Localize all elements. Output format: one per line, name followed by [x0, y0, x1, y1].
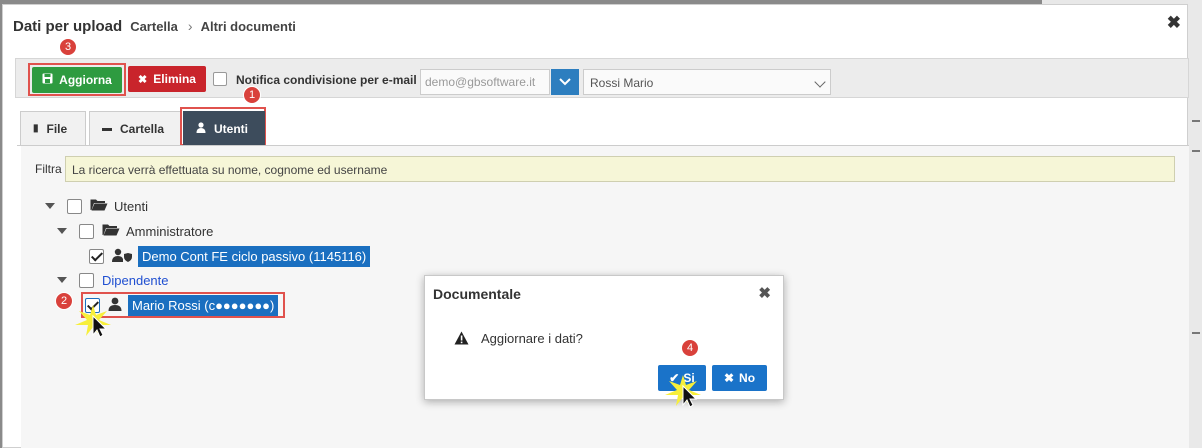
- elimina-button[interactable]: ✖ Elimina: [128, 66, 206, 92]
- folder-open-icon: [102, 223, 120, 239]
- tab-file[interactable]: ▮ File: [20, 111, 86, 145]
- tree-checkbox[interactable]: [79, 223, 94, 239]
- tab-file-label: File: [46, 121, 68, 136]
- tree-checkbox[interactable]: [79, 272, 94, 288]
- user-icon: [196, 121, 206, 136]
- warning-icon: [454, 331, 469, 348]
- confirm-modal: Documentale ✖ Aggiornare i dati? ✔ Si ✖ …: [424, 275, 784, 400]
- tab-cartella[interactable]: ▬ Cartella: [89, 111, 181, 145]
- tab-utenti-label: Utenti: [214, 121, 248, 136]
- tree-node-employee[interactable]: Dipendente: [57, 269, 169, 291]
- no-button[interactable]: ✖ No: [712, 365, 767, 391]
- chevron-down-icon: [814, 76, 826, 88]
- click-burst-cursor-icon: [665, 375, 701, 408]
- step-badge: 4: [681, 339, 699, 357]
- dialog-title: Dati per upload: [13, 17, 123, 35]
- filter-label: Filtra: [35, 162, 62, 176]
- notify-label: Notifica condivisione per e-mail: [236, 73, 417, 87]
- tree-label-employee-user: Mario Rossi (c●●●●●●●): [128, 294, 279, 316]
- upload-dialog: Dati per upload Cartella › Altri documen…: [2, 4, 1189, 448]
- breadcrumb-item: Altri documenti: [200, 18, 296, 34]
- tree-label-admin-user: Demo Cont FE ciclo passivo (1145116): [138, 245, 371, 267]
- tree-label-employee: Dipendente: [102, 272, 169, 288]
- no-label: No: [739, 371, 756, 385]
- filter-input[interactable]: La ricerca verrà effettuata su nome, cog…: [65, 156, 1175, 182]
- modal-title: Documentale: [433, 286, 521, 302]
- user-shield-icon: [112, 248, 132, 265]
- file-icon: ▮: [33, 123, 39, 134]
- tab-cartella-label: Cartella: [120, 121, 165, 136]
- tree-node-root[interactable]: Utenti: [45, 195, 148, 217]
- toolbar: Aggiorna ✖ Elimina Notifica condivisione…: [15, 58, 1189, 98]
- caret-down-icon[interactable]: [45, 203, 55, 209]
- modal-message: Aggiornare i dati?: [481, 331, 583, 346]
- notify-checkbox[interactable]: [213, 72, 227, 86]
- page-right-edge: [1188, 0, 1202, 448]
- folder-icon: ▬: [102, 123, 112, 134]
- close-icon[interactable]: ✖: [1167, 13, 1181, 33]
- chevron-right-icon: ›: [187, 18, 193, 34]
- tree-node-admin-user[interactable]: Demo Cont FE ciclo passivo (1145116): [89, 245, 371, 267]
- tree-node-employee-user[interactable]: Mario Rossi (c●●●●●●●): [85, 294, 279, 316]
- times-icon: ✖: [723, 371, 735, 385]
- tree-label-root: Utenti: [114, 198, 148, 214]
- aggiorna-label: Aggiorna: [59, 73, 112, 87]
- breadcrumb-item[interactable]: Cartella: [130, 19, 178, 34]
- close-icon[interactable]: ✖: [758, 284, 771, 302]
- edge-mark: [1192, 120, 1200, 122]
- email-dropdown-button[interactable]: [551, 69, 579, 95]
- step-badge: 2: [55, 292, 73, 310]
- dialog-header: Dati per upload Cartella › Altri documen…: [13, 15, 296, 37]
- caret-down-icon[interactable]: [57, 228, 67, 234]
- step-badge: 3: [59, 38, 77, 56]
- click-burst-cursor-icon: [75, 305, 111, 338]
- recipient-select[interactable]: Rossi Mario: [583, 69, 831, 95]
- tree-checkbox-checked[interactable]: [89, 248, 104, 264]
- recipient-selected: Rossi Mario: [590, 76, 654, 90]
- edge-mark: [1192, 332, 1200, 334]
- caret-down-icon[interactable]: [57, 277, 67, 283]
- tree-node-admin[interactable]: Amministratore: [57, 220, 213, 242]
- step-badge: 1: [243, 86, 261, 104]
- elimina-label: Elimina: [153, 72, 196, 86]
- save-icon: [42, 73, 53, 87]
- times-icon: ✖: [138, 73, 148, 86]
- edge-mark: [1192, 150, 1200, 152]
- aggiorna-button[interactable]: Aggiorna: [32, 67, 122, 93]
- email-input[interactable]: demo@gbsoftware.it: [420, 69, 550, 95]
- folder-open-icon: [90, 198, 108, 214]
- chevron-down-icon: [559, 78, 571, 86]
- tab-utenti[interactable]: Utenti: [183, 111, 265, 145]
- tree-label-admin: Amministratore: [126, 223, 214, 239]
- tree-checkbox[interactable]: [67, 198, 82, 214]
